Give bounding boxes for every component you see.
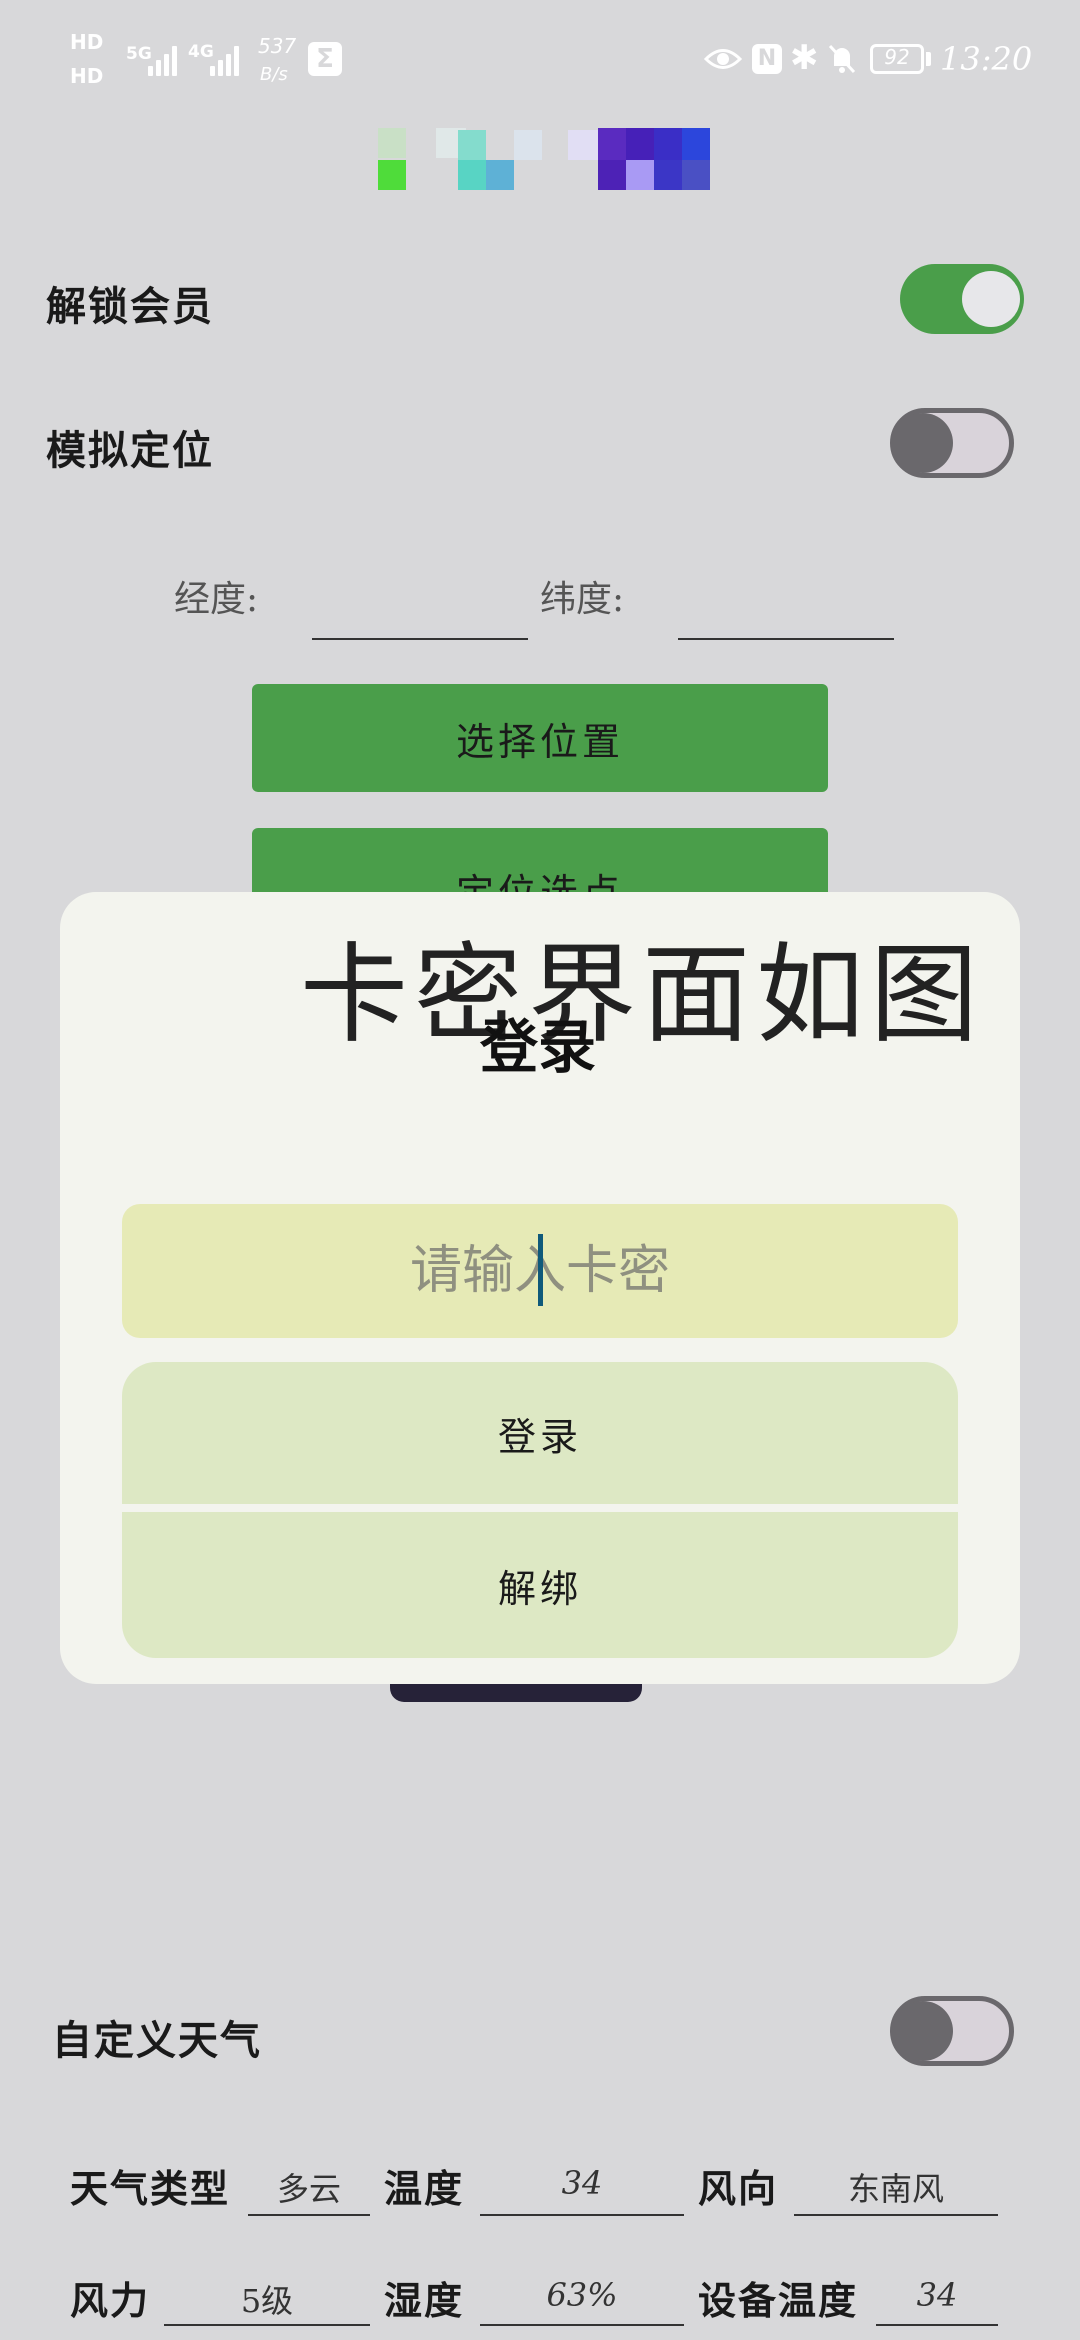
hidden-button-edge (390, 1684, 642, 1702)
wind-direction-value[interactable]: 东南风 (794, 2164, 998, 2210)
longitude-input[interactable] (312, 638, 528, 640)
wind-force-label: 风力 (70, 2278, 151, 2323)
battery-level: 92 (884, 45, 910, 69)
wind-force-underline (164, 2324, 370, 2326)
device-temperature-value[interactable]: 34 (876, 2276, 998, 2314)
mute-bell-icon (828, 44, 856, 74)
battery-icon: 92 (870, 44, 924, 74)
bluetooth-icon: ✱ (790, 38, 819, 78)
sigma-app-icon: Σ (308, 42, 342, 76)
select-location-button[interactable]: 选择位置 (252, 684, 828, 792)
weather-type-label: 天气类型 (70, 2166, 231, 2211)
wind-direction-underline (794, 2214, 998, 2216)
hd-badge-1: HD (70, 30, 104, 54)
unbind-button[interactable]: 解绑 (122, 1512, 958, 1658)
weather-type-underline (248, 2214, 370, 2216)
temperature-label: 温度 (384, 2166, 465, 2211)
longitude-label: 经度: (174, 579, 259, 620)
caption-annotation: 卡密界面如图 (300, 933, 985, 1058)
humidity-value[interactable]: 63% (480, 2276, 684, 2314)
latitude-input[interactable] (678, 638, 894, 640)
clock: 13:20 (940, 40, 1033, 78)
app-title-censored (376, 124, 732, 194)
device-temperature-label: 设备温度 (698, 2278, 859, 2323)
custom-weather-label: 自定义天气 (52, 2017, 262, 2064)
toggle-knob (962, 271, 1020, 327)
device-temperature-underline (876, 2324, 998, 2326)
wind-direction-label: 风向 (698, 2166, 779, 2211)
unlock-vip-toggle[interactable] (900, 264, 1024, 334)
net-speed-unit: B/s (260, 64, 288, 85)
toggle-knob (893, 2001, 953, 2061)
toggle-knob (893, 413, 953, 473)
mock-location-label: 模拟定位 (46, 427, 214, 474)
latitude-label: 纬度: (540, 579, 625, 620)
eye-icon (704, 49, 742, 69)
temperature-value[interactable]: 34 (480, 2164, 684, 2202)
net-speed-value: 537 (258, 34, 297, 58)
signal-icon (210, 44, 239, 76)
text-caret (538, 1234, 543, 1306)
login-button[interactable]: 登录 (122, 1362, 958, 1504)
humidity-label: 湿度 (384, 2278, 465, 2323)
unlock-vip-label: 解锁会员 (46, 283, 214, 330)
status-bar: HD HD 5G 4G 537 B/s Σ N ✱ 92 13:20 (0, 0, 1080, 120)
battery-tip (926, 52, 931, 66)
humidity-underline (480, 2324, 684, 2326)
custom-weather-toggle[interactable] (890, 1996, 1014, 2066)
nfc-icon: N (752, 44, 782, 74)
wind-force-value[interactable]: 5级 (164, 2276, 370, 2322)
weather-type-value[interactable]: 多云 (248, 2164, 370, 2210)
temperature-underline (480, 2214, 684, 2216)
signal-icon (148, 44, 177, 76)
dialog-title: 登录 (480, 1013, 597, 1081)
mock-location-toggle[interactable] (890, 408, 1014, 478)
hd-badge-2: HD (70, 64, 104, 88)
dialog-button-group: 登录 解绑 (122, 1362, 958, 1658)
